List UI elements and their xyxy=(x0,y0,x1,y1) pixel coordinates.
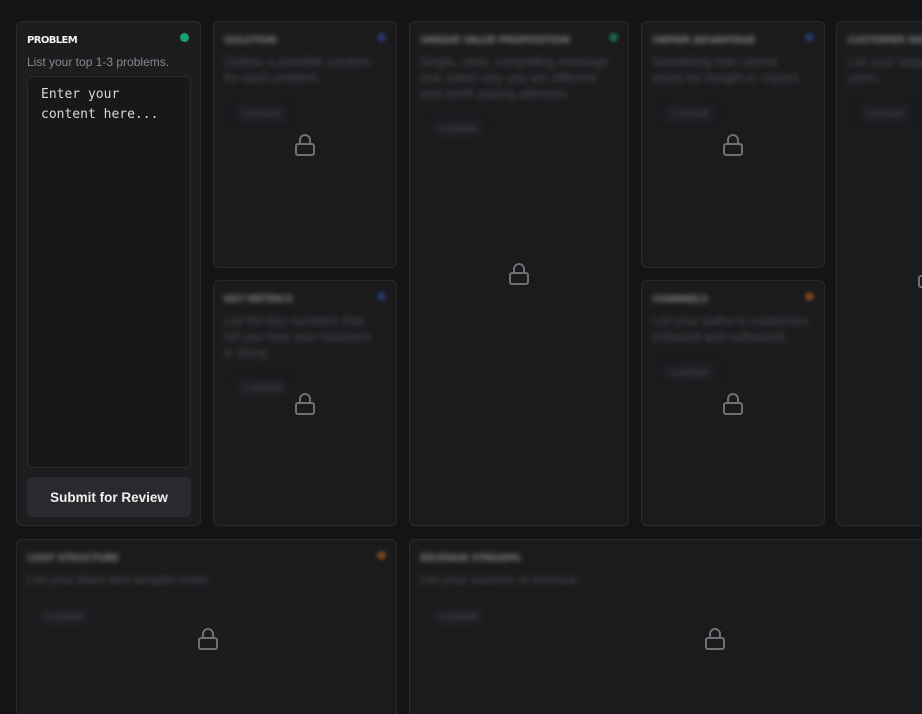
card-description: Something that cannot easily be bought o… xyxy=(652,55,802,85)
status-dot xyxy=(805,292,814,301)
lock-icon xyxy=(294,392,316,416)
locked-chip: Locked xyxy=(662,103,717,123)
lock-icon xyxy=(508,262,530,286)
card-title: Revenue Streams xyxy=(420,553,521,564)
lock-icon xyxy=(917,265,922,289)
lock-icon xyxy=(197,627,219,651)
card-description: List your paths to customers (inbound an… xyxy=(652,314,809,344)
submit-for-review-button[interactable]: Submit for Review xyxy=(27,477,191,517)
status-dot xyxy=(805,33,814,42)
lock-icon xyxy=(704,627,726,651)
locked-chip: Locked xyxy=(37,606,92,626)
unique-value-proposition-card: Unique Value Proposition Single, clear, … xyxy=(409,21,629,526)
status-dot xyxy=(609,33,618,42)
card-title: Key Metrics xyxy=(224,294,293,305)
card-description: List your target customers and users. xyxy=(847,55,922,85)
card-description: List your top 1-3 problems. xyxy=(27,55,170,69)
card-description: Outline a possible solution for each pro… xyxy=(224,55,370,85)
locked-chip: Locked xyxy=(662,362,717,382)
customer-segments-card: Customer Segments List your target custo… xyxy=(836,21,922,526)
locked-chip: Locked xyxy=(234,377,289,397)
card-title: Unique Value Proposition xyxy=(420,35,570,46)
status-dot xyxy=(180,33,189,42)
card-title: Cost Structure xyxy=(27,553,119,564)
card-title: Customer Segments xyxy=(847,35,922,46)
card-description: Single, clear, compelling message that s… xyxy=(420,55,609,101)
locked-chip: Locked xyxy=(430,606,485,626)
solution-card: Solution Outline a possible solution for… xyxy=(213,21,397,268)
card-title: Channels xyxy=(652,294,708,305)
card-title: Problem xyxy=(27,35,78,46)
status-dot xyxy=(377,33,386,42)
problem-input[interactable] xyxy=(27,76,191,468)
cost-structure-card: Cost Structure List your fixed and varia… xyxy=(16,539,397,714)
lock-icon xyxy=(722,392,744,416)
card-description: List your sources of revenue. xyxy=(420,573,581,587)
key-metrics-card: Key Metrics List the key numbers that te… xyxy=(213,280,397,526)
problem-card: Problem List your top 1-3 problems. Subm… xyxy=(16,21,201,526)
card-description: List the key numbers that tell you how y… xyxy=(224,314,371,360)
status-dot xyxy=(377,551,386,560)
unfair-advantage-card: Unfair Advantage Something that cannot e… xyxy=(641,21,825,268)
card-description: List your fixed and variable costs. xyxy=(27,573,212,587)
revenue-streams-card: Revenue Streams List your sources of rev… xyxy=(409,539,922,714)
channels-card: Channels List your paths to customers (i… xyxy=(641,280,825,526)
lock-icon xyxy=(294,133,316,157)
lean-canvas-board: Problem List your top 1-3 problems. Subm… xyxy=(0,0,922,714)
locked-chip: Locked xyxy=(430,118,485,138)
lock-icon xyxy=(722,133,744,157)
card-title: Unfair Advantage xyxy=(652,35,756,46)
locked-chip: Locked xyxy=(857,103,912,123)
status-dot xyxy=(377,292,386,301)
locked-chip: Locked xyxy=(234,103,289,123)
card-title: Solution xyxy=(224,35,277,46)
